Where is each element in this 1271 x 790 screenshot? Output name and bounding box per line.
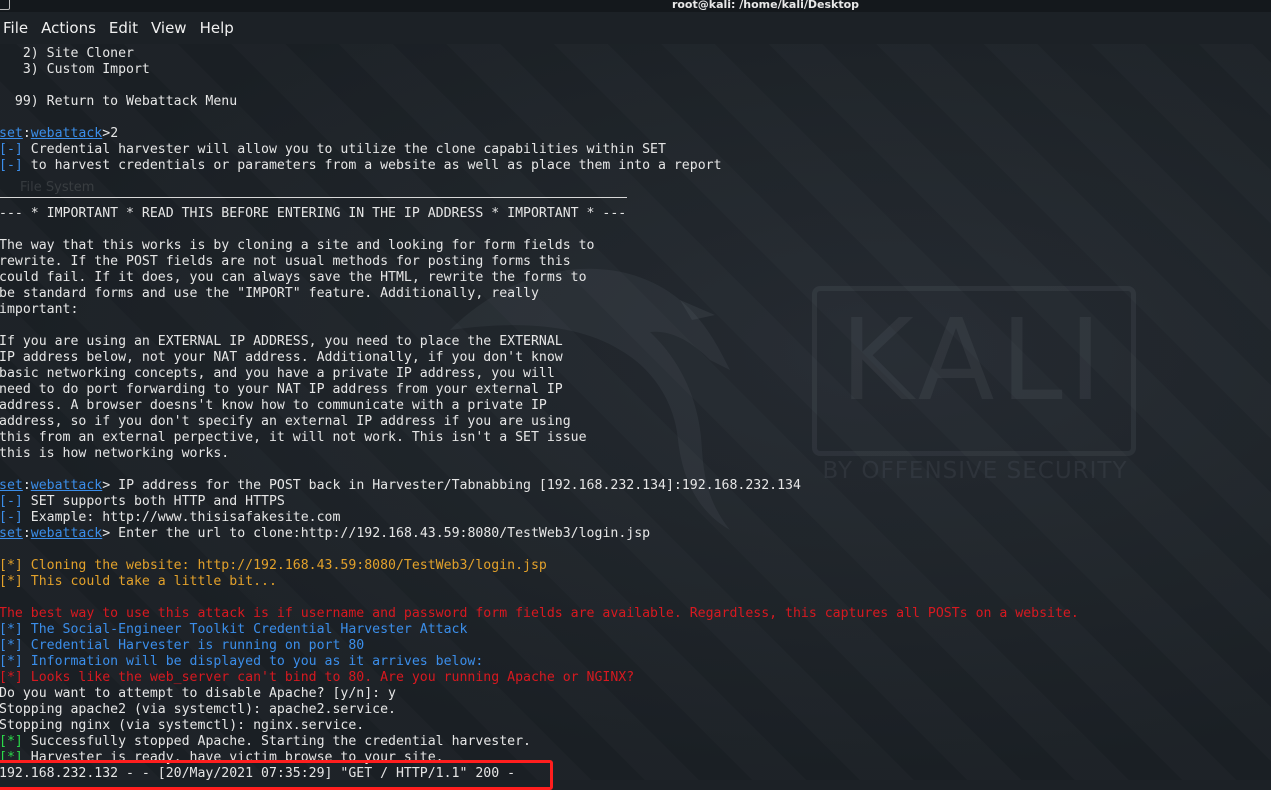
terminal-line: set:webattack>2 — [0, 126, 118, 142]
terminal-text-segment: set — [0, 478, 23, 493]
terminal-text-segment: SET supports both HTTP and HTTPS — [22, 494, 285, 509]
terminal-text-segment: Stopping nginx (via systemctl): nginx.se… — [0, 718, 365, 733]
terminal-text-segment: rewrite. If the POST fields are not usua… — [0, 254, 571, 269]
menu-view[interactable]: View — [146, 19, 195, 37]
terminal-line: Stopping nginx (via systemctl): nginx.se… — [0, 718, 364, 734]
terminal-line: The best way to use this attack is if us… — [0, 606, 1079, 622]
terminal-text-segment: Successfully stopped Apache. Starting th… — [22, 734, 531, 749]
separator-line — [0, 197, 627, 198]
terminal-text-segment: set — [0, 526, 23, 541]
terminal-text-segment: 99) Return to Webattack Menu — [0, 94, 238, 109]
terminal-line: [*] This could take a little bit... — [0, 574, 277, 590]
terminal-text-segment: [-] — [0, 158, 23, 173]
terminal-line: 2) Site Cloner — [0, 46, 134, 62]
terminal-text-segment: 2) Site Cloner — [0, 46, 134, 61]
terminal-text-segment: this from an external perpective, it wil… — [0, 430, 587, 445]
terminal-line: set:webattack> Enter the url to clone:ht… — [0, 526, 650, 542]
terminal-line: basic networking concepts, and you have … — [0, 366, 555, 382]
terminal-line: [*] The Social-Engineer Toolkit Credenti… — [0, 622, 467, 638]
terminal-line: important: — [0, 302, 78, 318]
terminal-text-segment: webattack — [30, 126, 103, 141]
terminal-text-segment: Do you want to attempt to disable Apache… — [0, 686, 396, 701]
terminal-text-segment: Stopping apache2 (via systemctl): apache… — [0, 702, 396, 717]
terminal-line: Stopping apache2 (via systemctl): apache… — [0, 702, 396, 718]
terminal-text-segment: address. A browser doesns't know how to … — [0, 398, 547, 413]
terminal-line: address. A browser doesns't know how to … — [0, 398, 547, 414]
terminal-text-segment: > Enter the url to clone:http://192.168.… — [102, 526, 651, 541]
terminal-line: --- * IMPORTANT * READ THIS BEFORE ENTER… — [0, 206, 626, 222]
terminal-text-segment: be standard forms and use the "IMPORT" f… — [0, 286, 539, 301]
terminal-line: If you are using an EXTERNAL IP ADDRESS,… — [0, 334, 563, 350]
terminal-text-segment: The way that this works is by cloning a … — [0, 238, 595, 253]
menu-help[interactable]: Help — [195, 19, 242, 37]
terminal-line: be standard forms and use the "IMPORT" f… — [0, 286, 539, 302]
terminal-line: [-] to harvest credentials or parameters… — [0, 158, 722, 174]
terminal-text-segment: The best way to use this attack is if us… — [0, 606, 1079, 621]
terminal-line: this is how networking works. — [0, 446, 229, 462]
terminal-text-segment: : — [22, 478, 31, 493]
terminal-line: [*] Credential Harvester is running on p… — [0, 638, 364, 654]
terminal-line: [*] Successfully stopped Apache. Startin… — [0, 734, 531, 750]
terminal-text-segment: important: — [0, 302, 79, 317]
terminal-line: [-] Credential harvester will allow you … — [0, 142, 666, 158]
terminal-text-segment: set — [0, 126, 23, 141]
terminal-line: address, so if you don't specify an exte… — [0, 414, 571, 430]
terminal-line: 3) Custom Import — [0, 62, 150, 78]
terminal-text-segment: [-] — [0, 510, 23, 525]
terminal-line: [*] Information will be displayed to you… — [0, 654, 483, 670]
highlight-box — [0, 760, 553, 790]
terminal-text-segment: [*] The Social-Engineer Toolkit Credenti… — [0, 622, 468, 637]
terminal-text-segment: --- * IMPORTANT * READ THIS BEFORE ENTER… — [0, 206, 627, 221]
terminal-text-segment: [-] — [0, 142, 23, 157]
terminal-text-segment: If you are using an EXTERNAL IP ADDRESS,… — [0, 334, 563, 349]
terminal-text-segment: [*] — [0, 734, 23, 749]
terminal-output[interactable]: 2) Site Cloner 3) Custom Import 99) Retu… — [0, 46, 1271, 781]
terminal-line: IP address below, not your NAT address. … — [0, 350, 563, 366]
terminal-line: The way that this works is by cloning a … — [0, 238, 594, 254]
terminal-line: [*] Cloning the website: http://192.168.… — [0, 558, 547, 574]
terminal-text-segment: : — [22, 526, 31, 541]
terminal-text-segment: this is how networking works. — [0, 446, 230, 461]
window-titlebar[interactable]: root@kali: /home/kali/Desktop — [0, 0, 1271, 12]
terminal-line: 99) Return to Webattack Menu — [0, 94, 237, 110]
menu-edit[interactable]: Edit — [104, 19, 146, 37]
terminal-text-segment: to harvest credentials or parameters fro… — [22, 158, 722, 173]
terminal-text-segment: webattack — [30, 478, 103, 493]
terminal-text-segment: > IP address for the POST back in Harves… — [102, 478, 801, 493]
terminal-line: [*] Looks like the web_server can't bind… — [0, 670, 634, 686]
terminal-text-segment: [*] Cloning the website: http://192.168.… — [0, 558, 547, 573]
window-title: root@kali: /home/kali/Desktop — [671, 0, 860, 11]
terminal-text-segment: : — [22, 126, 31, 141]
terminal-text-segment: [*] Looks like the web_server can't bind… — [0, 670, 635, 685]
terminal-text-segment: need to do port forwarding to your NAT I… — [0, 382, 563, 397]
terminal-text-segment: [*] This could take a little bit... — [0, 574, 277, 589]
terminal-line: set:webattack> IP address for the POST b… — [0, 478, 801, 494]
terminal-text-segment: [*] Credential Harvester is running on p… — [0, 638, 365, 653]
terminal-text-segment: could fail. If it does, you can always s… — [0, 270, 587, 285]
terminal-text-segment: 3) Custom Import — [0, 62, 150, 77]
terminal-line: need to do port forwarding to your NAT I… — [0, 382, 563, 398]
terminal-line: rewrite. If the POST fields are not usua… — [0, 254, 571, 270]
terminal-line: this from an external perpective, it wil… — [0, 430, 587, 446]
terminal-text-segment: >2 — [102, 126, 119, 141]
terminal-text-segment: address, so if you don't specify an exte… — [0, 414, 571, 429]
terminal-text-segment: [*] Information will be displayed to you… — [0, 654, 484, 669]
menu-file[interactable]: File — [0, 19, 36, 37]
terminal-line: [-] Example: http://www.thisisafakesite.… — [0, 510, 340, 526]
terminal-text-segment: IP address below, not your NAT address. … — [0, 350, 563, 365]
terminal-text-segment: Credential harvester will allow you to u… — [22, 142, 666, 157]
terminal-line: Do you want to attempt to disable Apache… — [0, 686, 396, 702]
terminal-line: could fail. If it does, you can always s… — [0, 270, 587, 286]
terminal-text-segment: [-] — [0, 494, 23, 509]
terminal-text-segment: Example: http://www.thisisafakesite.com — [22, 510, 341, 525]
menu-bar: File Actions Edit View Help — [0, 12, 1271, 44]
menu-actions[interactable]: Actions — [36, 19, 104, 37]
terminal-text-segment: webattack — [30, 526, 103, 541]
terminal-text-segment: basic networking concepts, and you have … — [0, 366, 555, 381]
terminal-line: [-] SET supports both HTTP and HTTPS — [0, 494, 285, 510]
